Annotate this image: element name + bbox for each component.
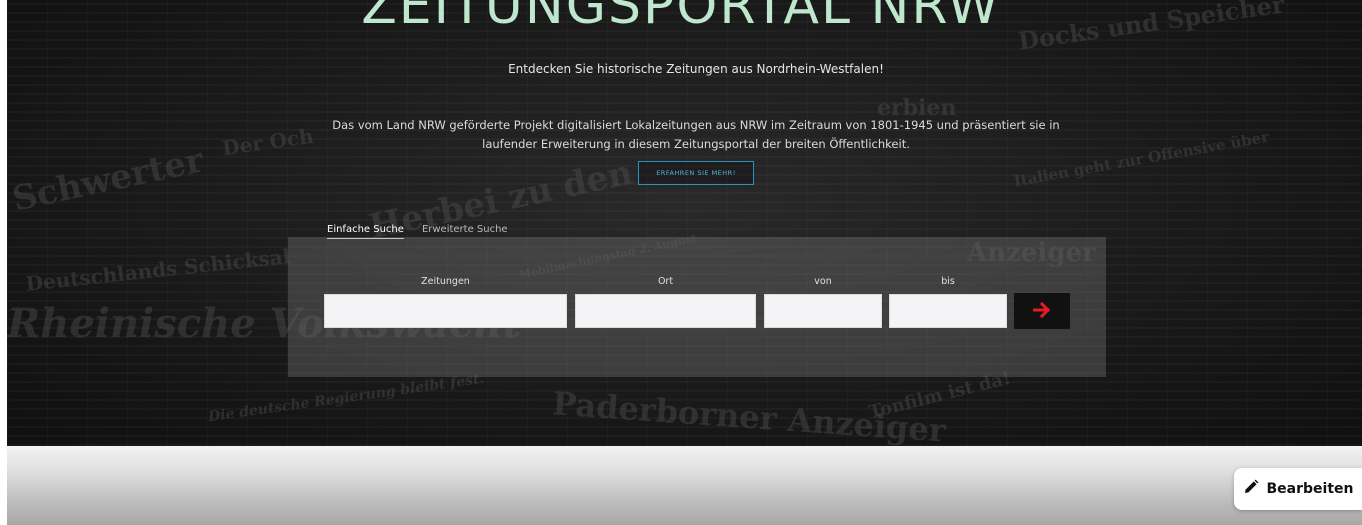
search-submit-button[interactable] (1014, 293, 1070, 329)
pencil-icon (1243, 479, 1259, 499)
from-label: von (814, 276, 832, 287)
to-year-input[interactable] (889, 294, 1007, 328)
background-newspaper-text: Deutschlands Schicksal (24, 244, 292, 296)
background-newspaper-text: Die deutsche Regierung bleibt fest. (207, 370, 486, 426)
project-description: Das vom Land NRW geförderte Projekt digi… (0, 116, 1362, 154)
from-year-input[interactable] (764, 294, 882, 328)
page-title: ZEITUNGSPORTAL NRW (361, 0, 1001, 36)
place-label: Ort (657, 276, 674, 287)
edit-button-label: Bearbeiten (1266, 481, 1354, 497)
learn-more-button[interactable]: ERFAHREN SIE MEHR! (638, 161, 754, 185)
description-line: laufender Erweiterung in diesem Zeitungs… (482, 137, 910, 151)
description-line: Das vom Land NRW geförderte Projekt digi… (332, 118, 1060, 132)
newspapers-input[interactable] (324, 294, 567, 328)
footer-bar (7, 446, 1362, 525)
arrow-right-icon (1032, 301, 1051, 321)
newspapers-label: Zeitungen (421, 276, 470, 287)
place-input[interactable] (575, 294, 756, 328)
to-label: bis (941, 276, 955, 287)
edit-button[interactable]: Bearbeiten (1234, 468, 1362, 510)
page-subtitle: Entdecken Sie historische Zeitungen aus … (508, 62, 884, 76)
